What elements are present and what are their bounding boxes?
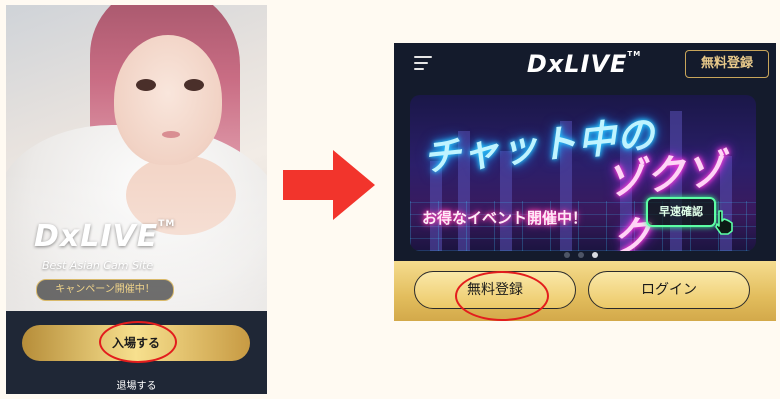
leave-link[interactable]: 退場する (6, 377, 267, 392)
arrow-right-icon (283, 150, 375, 220)
site-logo: DxLIVETM (34, 219, 175, 254)
login-button[interactable]: ログイン (588, 271, 750, 309)
auth-bar: 無料登録 ログイン (394, 261, 776, 321)
highlight-ring-register (455, 271, 549, 321)
carousel-dot-active[interactable] (592, 252, 598, 258)
logo-tm: TM (158, 219, 176, 229)
logo-tm: TM (627, 50, 642, 58)
header-register-button[interactable]: 無料登録 (685, 50, 769, 78)
carousel-dot[interactable] (564, 252, 570, 258)
banner-cta-button[interactable]: 早速確認 (646, 197, 716, 227)
menu-icon[interactable] (414, 56, 432, 70)
promo-banner[interactable]: チャット中の ゾクゾク お得なイベント開催中！ 早速確認 (410, 95, 756, 251)
tagline: Best Asian Cam Site (42, 259, 154, 272)
logo-text: DxLIVE (34, 219, 159, 254)
home-screen: DxLIVETM 無料登録 チャット中の ゾクゾク お得なイベント開催中！ 早速… (394, 43, 776, 321)
site-logo: DxLIVETM (524, 50, 644, 78)
logo-text: DxLIVE (526, 50, 628, 78)
carousel-dot[interactable] (578, 252, 584, 258)
banner-subtitle: お得なイベント開催中！ (422, 209, 588, 227)
pointing-hand-icon (715, 210, 733, 235)
campaign-badge: キャンペーン開催中！ (36, 279, 174, 301)
highlight-ring-enter (99, 321, 177, 363)
